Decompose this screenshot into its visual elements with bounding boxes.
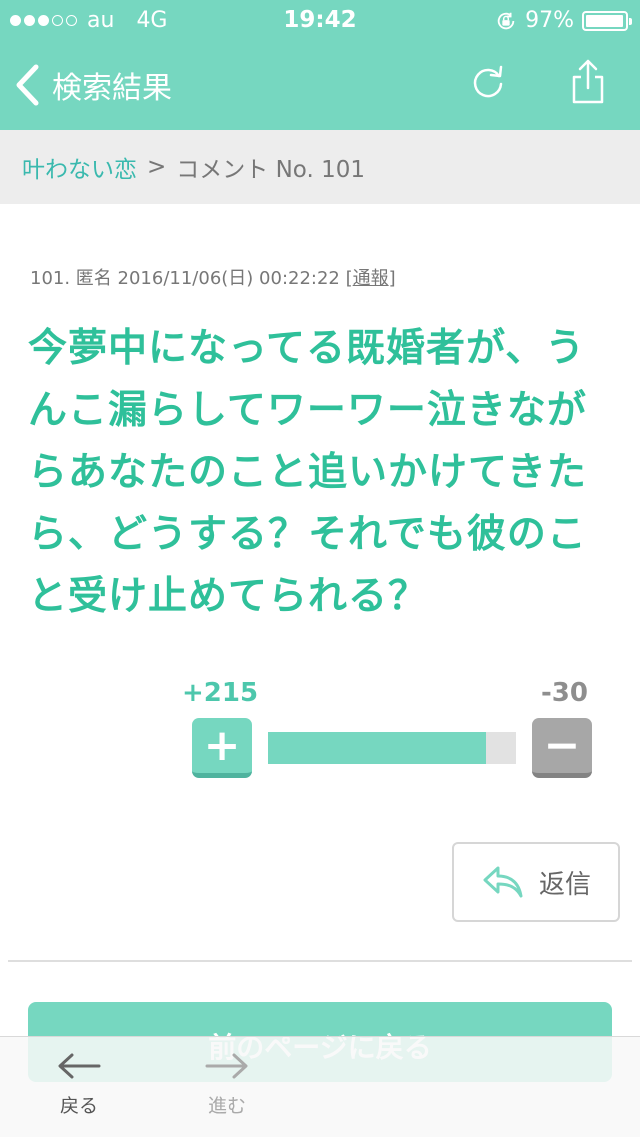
back-to-search-results-button[interactable]: 検索結果 — [14, 62, 172, 108]
reply-button[interactable]: 返信 — [452, 842, 620, 922]
battery-level — [586, 14, 623, 27]
reply-icon — [483, 866, 523, 898]
arrow-left-icon — [58, 1053, 101, 1079]
plus-icon: + — [203, 720, 241, 771]
arrow-right-icon — [205, 1053, 248, 1079]
minus-icon: − — [543, 720, 581, 771]
plus-vote-count: +215 — [182, 678, 259, 708]
comment-meta-text: 101. 匿名 2016/11/06(日) 00:22:22 — [30, 268, 340, 289]
plus-vote-button[interactable]: + — [192, 718, 252, 778]
breadcrumb-current: コメント No. 101 — [176, 157, 365, 183]
vote-ratio-fill — [268, 732, 486, 764]
status-bar: au 4G 19:42 97% — [0, 0, 640, 40]
back-title: 検索結果 — [52, 71, 172, 106]
report-link[interactable]: 通報 — [353, 268, 389, 289]
minus-vote-button[interactable]: − — [532, 718, 592, 778]
navigation-bar: 検索結果 — [0, 40, 640, 130]
chevron-left-icon — [16, 64, 39, 106]
refresh-icon[interactable] — [470, 62, 506, 102]
minus-vote-count: -30 — [541, 678, 588, 708]
comment-body: 今夢中になってる既婚者が、うんこ漏らしてワーワー泣きながらあなたのこと追いかけて… — [28, 326, 587, 619]
battery-percent: 97% — [525, 8, 574, 33]
toolbar-back-button[interactable]: 戻る — [34, 1051, 124, 1118]
reply-label: 返信 — [538, 869, 591, 900]
bottom-toolbar: 戻る 進む — [0, 1036, 640, 1137]
vote-ratio-bar — [268, 732, 516, 764]
divider — [8, 960, 632, 962]
comment-meta: 101. 匿名 2016/11/06(日) 00:22:22 [通報] — [30, 264, 396, 290]
toolbar-forward-label: 進む — [207, 1095, 246, 1117]
report-bracket-open: [ — [345, 268, 353, 289]
status-bar-right: 97% — [495, 8, 632, 33]
toolbar-forward-button[interactable]: 進む — [182, 1051, 272, 1118]
report-bracket-close: ] — [388, 268, 396, 289]
breadcrumb-separator: > — [147, 154, 167, 180]
share-icon[interactable] — [568, 58, 608, 106]
breadcrumb-parent-link[interactable]: 叶わない恋 — [22, 150, 137, 184]
rotation-lock-icon — [497, 12, 515, 29]
battery-icon — [582, 10, 632, 31]
toolbar-back-label: 戻る — [59, 1095, 98, 1117]
breadcrumb: 叶わない恋 > コメント No. 101 — [0, 130, 640, 204]
